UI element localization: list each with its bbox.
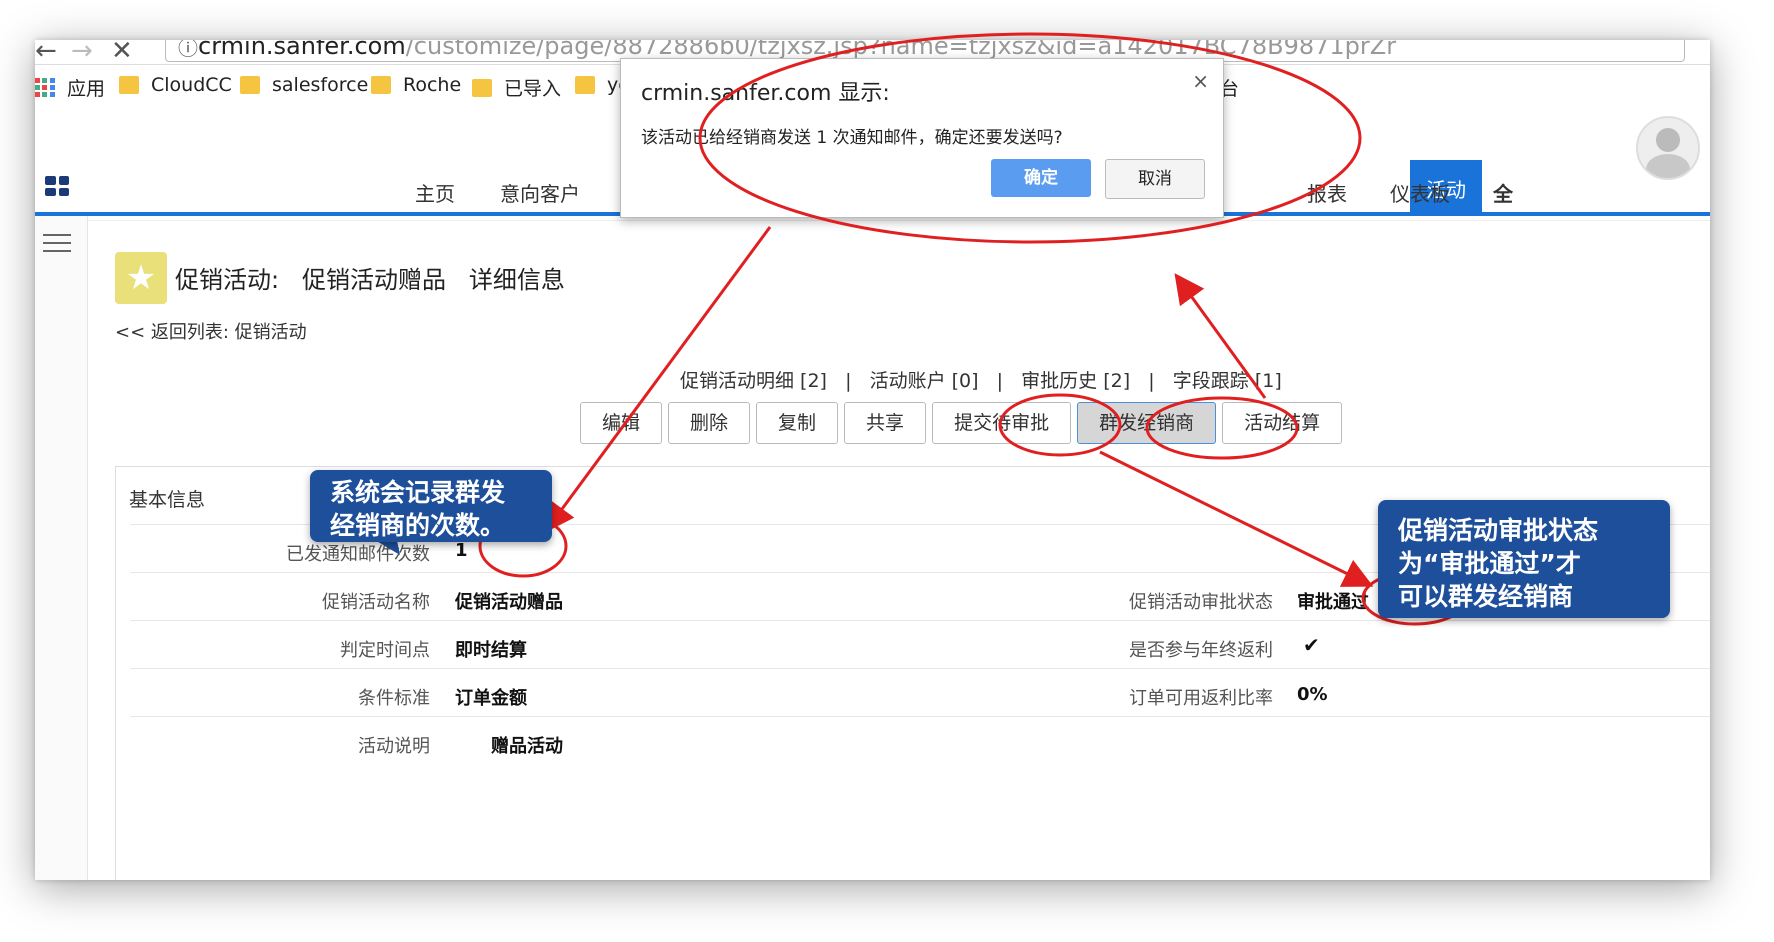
hamburger-menu-icon[interactable] — [43, 234, 71, 258]
url-host: crmin.sanfer.com — [198, 40, 406, 60]
promotion-name-label: 促销活动名称 — [322, 592, 430, 613]
callout-right-line3: 可以群发经销商 — [1398, 582, 1574, 611]
url-path: /customize/page/8872886b0/tzjxsz.jsp?nam… — [405, 40, 1397, 60]
activity-description-value: 赠品活动 — [491, 736, 563, 757]
callout-right-line2: 为“审批通过”才 — [1398, 549, 1581, 578]
apps-grid-icon — [35, 77, 55, 98]
callout-right-line1: 促销活动审批状态 — [1398, 516, 1599, 545]
checkmark-icon: ✔ — [1303, 633, 1320, 657]
section-title-basic-info: 基本信息 — [129, 489, 206, 511]
share-button[interactable]: 共享 — [844, 402, 927, 444]
divider — [130, 668, 1710, 669]
sent-count-value: 1 — [455, 540, 468, 561]
divider — [130, 716, 1710, 717]
year-end-rebate-label: 是否参与年终返利 — [1129, 640, 1273, 661]
rebate-ratio-value: 0% — [1297, 684, 1328, 705]
activity-description-label: 活动说明 — [358, 736, 430, 757]
folder-icon — [119, 76, 139, 94]
dialog-message: 该活动已给经销商发送 1 次通知邮件，确定还要发送吗? — [641, 128, 1063, 148]
tab-leads[interactable]: 意向客户 — [500, 178, 580, 207]
bookmark-roche[interactable]: Roche — [371, 74, 461, 96]
rebate-ratio-label: 订单可用返利比率 — [1129, 688, 1273, 709]
confirm-cancel-button[interactable]: 取消 — [1105, 159, 1205, 199]
back-arrow-icon[interactable]: ← — [35, 40, 57, 66]
promotion-name-value: 促销活动赠品 — [455, 592, 563, 613]
back-to-list-link[interactable]: << 返回列表: 促销活动 — [115, 318, 307, 344]
bookmark-salesforce[interactable]: salesforce — [240, 74, 368, 96]
bookmark-cloudcc[interactable]: CloudCC — [119, 74, 232, 96]
mass-send-dealers-button[interactable]: 群发经销商 — [1077, 402, 1217, 444]
callout-left-line2: 经销商的次数。 — [330, 511, 506, 540]
callout-left: 系统会记录群发 经销商的次数。 — [310, 470, 552, 542]
edit-button[interactable]: 编辑 — [580, 402, 663, 444]
star-icon: ★ — [115, 252, 167, 304]
bookmark-apps[interactable]: 应用 — [35, 74, 105, 101]
delete-button[interactable]: 删除 — [668, 402, 751, 444]
activity-settlement-button[interactable]: 活动结算 — [1222, 402, 1343, 444]
tab-home[interactable]: 主页 — [415, 178, 455, 207]
tab-all[interactable]: 全 — [1493, 178, 1513, 207]
submit-for-approval-button[interactable]: 提交待审批 — [932, 402, 1072, 444]
judge-timepoint-value: 即时结算 — [455, 640, 527, 661]
dialog-title: crmin.sanfer.com 显示: — [641, 81, 890, 106]
bookmark-imported[interactable]: 已导入 — [472, 74, 561, 101]
forward-arrow-icon[interactable]: → — [71, 40, 93, 66]
app-launcher-icon[interactable] — [45, 176, 69, 196]
info-icon[interactable]: ⓘ — [178, 40, 198, 61]
divider — [130, 620, 1710, 621]
screenshot-frame: ← → ✕ ⓘ crmin.sanfer.com/customize/page/… — [35, 40, 1710, 880]
folder-icon — [371, 76, 391, 94]
close-icon[interactable]: ✕ — [111, 40, 133, 66]
confirm-ok-button[interactable]: 确定 — [991, 159, 1091, 197]
callout-left-line1: 系统会记录群发 — [330, 478, 506, 507]
folder-icon — [240, 76, 260, 94]
page-title: 促销活动: 促销活动赠品 详细信息 — [175, 266, 565, 294]
callout-right: 促销活动审批状态 为“审批通过”才 可以群发经销商 — [1378, 500, 1670, 618]
approval-status-value: 审批通过 — [1297, 592, 1369, 613]
judge-timepoint-label: 判定时间点 — [340, 640, 430, 661]
tab-reports[interactable]: 报表 — [1307, 178, 1347, 207]
folder-icon — [575, 76, 595, 94]
condition-criteria-value: 订单金额 — [455, 688, 527, 709]
tab-dashboards[interactable]: 仪表板 — [1390, 178, 1450, 207]
condition-criteria-label: 条件标准 — [358, 688, 430, 709]
action-button-row: 编辑 删除 复制 共享 提交待审批 群发经销商 活动结算 — [580, 402, 1343, 444]
copy-button[interactable]: 复制 — [756, 402, 839, 444]
confirm-dialog: crmin.sanfer.com 显示: × 该活动已给经销商发送 1 次通知邮… — [620, 58, 1224, 218]
folder-icon — [472, 78, 492, 97]
approval-status-label: 促销活动审批状态 — [1129, 592, 1273, 613]
close-icon[interactable]: × — [1192, 69, 1209, 93]
left-sidebar — [35, 216, 88, 880]
related-lists-links[interactable]: 促销活动明细 [2] | 活动账户 [0] | 审批历史 [2] | 字段跟踪 … — [680, 366, 1282, 393]
sent-count-label: 已发通知邮件次数 — [286, 544, 430, 565]
